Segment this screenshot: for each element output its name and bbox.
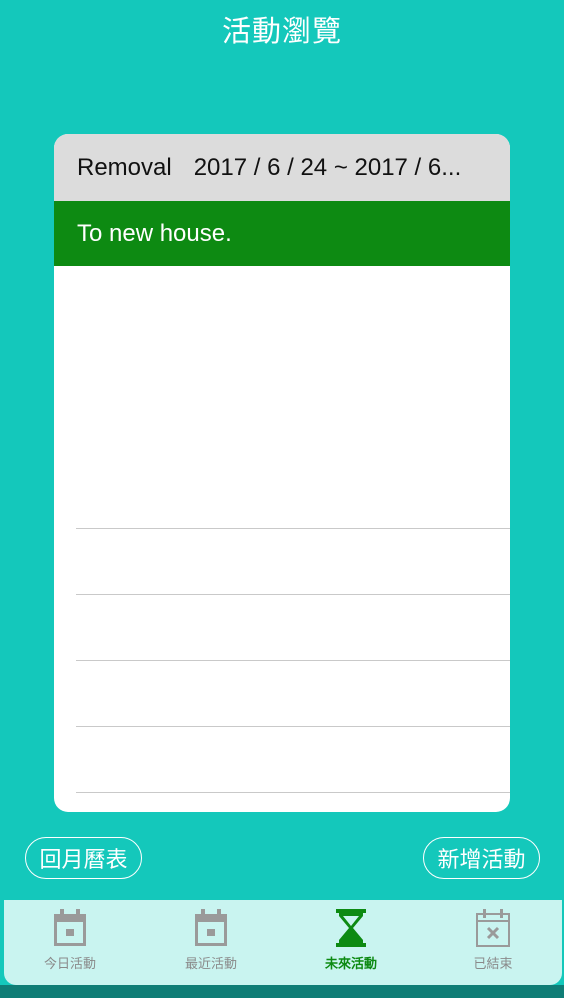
tab-recent[interactable]: 最近活動 — [156, 900, 266, 975]
calendar-x-icon — [476, 909, 510, 947]
tab-label: 今日活動 — [43, 957, 96, 972]
tab-ended[interactable]: 已結束 — [438, 900, 548, 975]
tab-label: 最近活動 — [184, 957, 237, 972]
page-title: 活動瀏覽 — [221, 14, 342, 48]
tab-label: 未來活動 — [324, 957, 377, 972]
tab-today[interactable]: 今日活動 — [15, 900, 125, 975]
bottom-bar — [0, 985, 564, 998]
add-event-button[interactable]: 新增活動 — [423, 837, 540, 879]
list-divider — [76, 594, 510, 595]
tab-label: 已結束 — [473, 957, 513, 972]
event-header-row[interactable]: Removal 2017 / 6 / 24 ~ 2017 / 6... — [54, 134, 510, 201]
event-card: Removal 2017 / 6 / 24 ~ 2017 / 6... To n… — [54, 134, 510, 812]
hourglass-icon — [336, 909, 366, 947]
event-description-row[interactable]: To new house. — [54, 201, 510, 266]
list-divider — [76, 792, 510, 793]
event-dates: 2017 / 6 / 24 ~ 2017 / 6... — [193, 153, 462, 181]
list-divider — [76, 660, 510, 661]
list-divider — [76, 528, 510, 529]
app-screen: 活動瀏覽 Removal 2017 / 6 / 24 ~ 2017 / 6...… — [0, 0, 564, 998]
event-description: To new house. — [77, 219, 232, 247]
calendar-icon — [195, 909, 227, 946]
tab-upcoming[interactable]: 未來活動 — [296, 900, 406, 975]
back-to-calendar-button[interactable]: 回月曆表 — [25, 837, 142, 879]
tab-bar: 今日活動 最近活動 未來活動 已結束 — [4, 900, 562, 985]
calendar-icon — [54, 909, 86, 946]
event-name: Removal — [77, 153, 172, 181]
list-divider — [76, 726, 510, 727]
